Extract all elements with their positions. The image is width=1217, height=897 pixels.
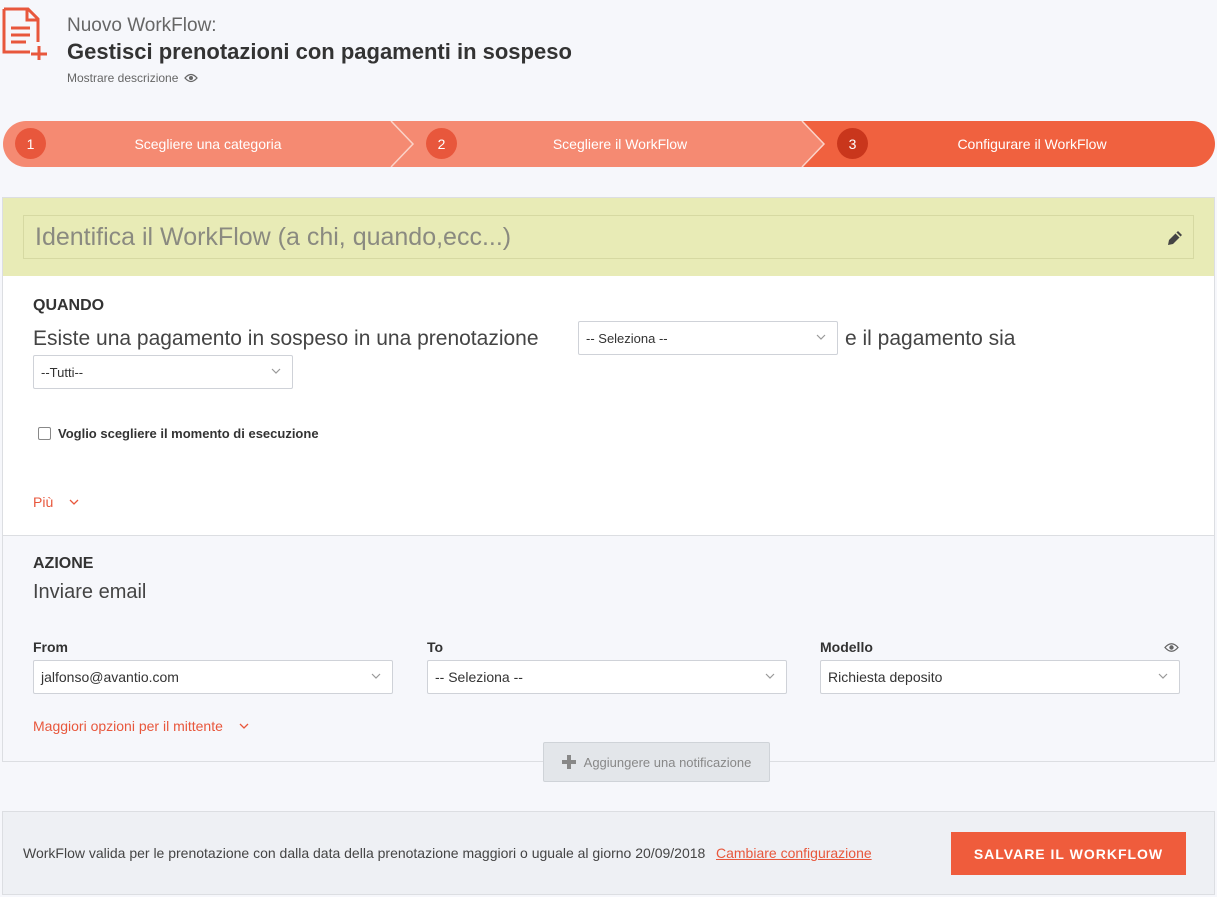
workflow-name-placeholder: Identifica il WorkFlow (a chi, quando,ec… bbox=[35, 223, 512, 251]
execution-time-option[interactable]: Voglio scegliere il momento di esecuzion… bbox=[38, 426, 319, 441]
workflow-config-card: Identifica il WorkFlow (a chi, quando,ec… bbox=[2, 197, 1215, 782]
from-select-value: jalfonso@avantio.com bbox=[41, 669, 179, 685]
from-select[interactable]: jalfonso@avantio.com bbox=[33, 660, 393, 694]
payment-status-select-value: --Tutti-- bbox=[41, 365, 84, 380]
wizard-stepper: 1 Scegliere una categoria 2 Scegliere il… bbox=[3, 121, 1215, 167]
step-1-number: 1 bbox=[15, 128, 46, 159]
quando-sentence-part1: Esiste una pagamento in sospeso in una p… bbox=[33, 327, 539, 350]
more-options-label: Più bbox=[33, 494, 54, 510]
step-1-label: Scegliere una categoria bbox=[134, 136, 282, 152]
step-2-number: 2 bbox=[426, 128, 457, 159]
workflow-name-field[interactable]: Identifica il WorkFlow (a chi, quando,ec… bbox=[23, 215, 1194, 259]
chevron-down-icon bbox=[765, 673, 775, 679]
validity-text: WorkFlow valida per le prenotazione con … bbox=[23, 845, 706, 861]
chevron-down-icon bbox=[271, 368, 281, 374]
sender-options-link[interactable]: Maggiori opzioni per il mittente bbox=[33, 718, 249, 734]
change-configuration-link[interactable]: Cambiare configurazione bbox=[716, 845, 872, 861]
save-workflow-button[interactable]: SALVARE IL WORKFLOW bbox=[951, 832, 1186, 875]
chevron-down-icon bbox=[371, 673, 381, 679]
eye-icon[interactable] bbox=[1164, 642, 1179, 653]
quando-sentence-part2: e il pagamento sia bbox=[845, 327, 1016, 350]
payment-select[interactable]: -- Seleziona -- bbox=[578, 321, 838, 355]
step-3[interactable]: 3 Configurare il WorkFlow bbox=[813, 121, 1215, 167]
page-header: Nuovo WorkFlow: Gestisci prenotazioni co… bbox=[0, 0, 1217, 110]
from-label: From bbox=[33, 639, 68, 655]
chevron-down-icon bbox=[816, 334, 826, 340]
step-3-label: Configurare il WorkFlow bbox=[957, 136, 1107, 152]
footer-bar: WorkFlow valida per le prenotazione con … bbox=[2, 811, 1215, 895]
to-select[interactable]: -- Seleziona -- bbox=[427, 660, 787, 694]
model-select[interactable]: Richiesta deposito bbox=[820, 660, 1180, 694]
page-kicker: Nuovo WorkFlow: bbox=[67, 15, 217, 36]
step-2-label: Scegliere il WorkFlow bbox=[552, 136, 688, 152]
page-title: Gestisci prenotazioni con pagamenti in s… bbox=[67, 39, 572, 64]
document-add-icon bbox=[2, 7, 47, 60]
eye-icon bbox=[184, 73, 199, 83]
chevron-down-icon bbox=[239, 723, 249, 729]
chevron-down-icon bbox=[69, 499, 79, 505]
add-notification-button[interactable]: Aggiungere una notificazione bbox=[543, 742, 770, 782]
step-3-number: 3 bbox=[837, 128, 868, 159]
azione-section: AZIONE Inviare email From jalfonso@avant… bbox=[3, 535, 1214, 761]
action-name: Inviare email bbox=[33, 581, 147, 603]
add-notification-label: Aggiungere una notificazione bbox=[583, 754, 752, 770]
model-label: Modello bbox=[820, 639, 873, 655]
model-select-value: Richiesta deposito bbox=[828, 669, 943, 685]
to-select-value: -- Seleziona -- bbox=[435, 669, 523, 685]
step-1[interactable]: 1 Scegliere una categoria bbox=[3, 121, 403, 167]
pencil-icon[interactable] bbox=[1165, 228, 1185, 248]
sender-options-label: Maggiori opzioni per il mittente bbox=[33, 718, 223, 734]
execution-time-label: Voglio scegliere il momento di esecuzion… bbox=[58, 426, 319, 441]
to-label: To bbox=[427, 639, 444, 655]
show-description-label: Mostrare descrizione bbox=[67, 71, 179, 85]
payment-status-select[interactable]: --Tutti-- bbox=[33, 355, 293, 389]
plus-icon bbox=[561, 755, 576, 769]
show-description-toggle[interactable]: Mostrare descrizione bbox=[67, 71, 199, 85]
payment-select-value: -- Seleziona -- bbox=[586, 331, 668, 346]
chevron-down-icon bbox=[1158, 673, 1168, 679]
more-options-link[interactable]: Più bbox=[33, 494, 79, 510]
identify-section: Identifica il WorkFlow (a chi, quando,ec… bbox=[3, 198, 1214, 276]
execution-time-checkbox[interactable] bbox=[38, 427, 51, 440]
step-2[interactable]: 2 Scegliere il WorkFlow bbox=[403, 121, 813, 167]
quando-title: QUANDO bbox=[33, 297, 105, 314]
azione-title: AZIONE bbox=[33, 555, 94, 572]
